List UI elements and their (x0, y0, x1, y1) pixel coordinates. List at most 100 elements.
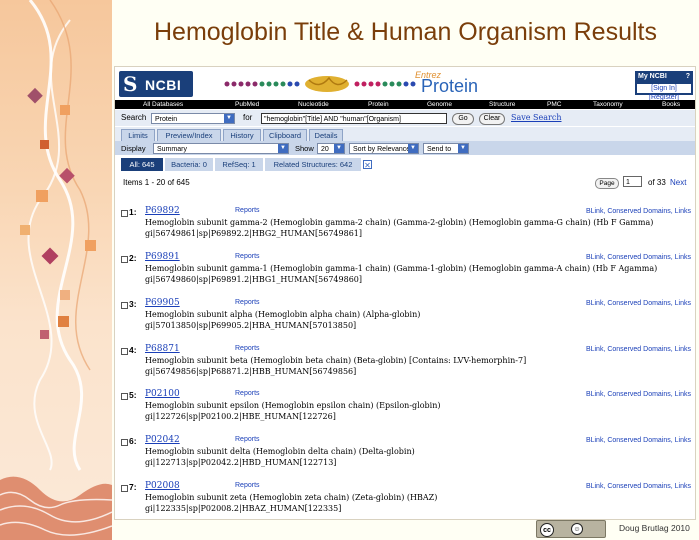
dna-helix-illustration (0, 0, 112, 540)
page-number-input[interactable]: 1 (623, 176, 642, 187)
filter-related-structures[interactable]: Related Structures: 642 (265, 158, 361, 171)
result-reports-link[interactable]: Reports (235, 390, 260, 397)
db-nav-nucleotide[interactable]: Nucleotide (298, 100, 329, 109)
creative-commons-badge: cc ☺ (536, 520, 606, 538)
result-related-links[interactable]: BLink, Conserved Domains, Links (586, 254, 691, 261)
result-gi-identifier: gi|122726|sp|P02100.2|HBE_HUMAN[122726] (145, 412, 336, 421)
result-accession-link[interactable]: P69892 (145, 206, 180, 216)
protein-logo[interactable]: Entrez Protein (415, 70, 491, 98)
send-to-select[interactable]: Send to ▼ (423, 143, 469, 154)
display-format-select[interactable]: Summary ▼ (153, 143, 289, 154)
db-nav-pubmed[interactable]: PubMed (235, 100, 259, 109)
result-number: 2: (129, 253, 137, 263)
result-item: 1: P69892 Reports BLink, Conserved Domai… (115, 205, 695, 249)
result-title: Hemoglobin subunit epsilon (Hemoglobin e… (145, 401, 441, 410)
result-item: 2: P69891 Reports BLink, Conserved Domai… (115, 251, 695, 295)
result-related-links[interactable]: BLink, Conserved Domains, Links (586, 437, 691, 444)
save-search-link[interactable]: Save Search (511, 113, 562, 122)
next-page-link[interactable]: Next (670, 178, 686, 187)
result-checkbox[interactable] (121, 302, 128, 309)
display-format-value: Summary (157, 146, 187, 153)
db-nav-genome[interactable]: Genome (427, 100, 452, 109)
go-button[interactable]: Go (452, 113, 474, 125)
result-checkbox[interactable] (121, 256, 128, 263)
close-icon[interactable]: ✕ (363, 160, 372, 170)
ncbi-logo[interactable]: S NCBI (119, 71, 193, 97)
db-nav-pmc[interactable]: PMC (547, 100, 561, 109)
result-reports-link[interactable]: Reports (235, 299, 260, 306)
search-row: Search Protein ▼ for "hemoglobin"[Title]… (115, 110, 695, 126)
result-reports-link[interactable]: Reports (235, 345, 260, 352)
result-related-links[interactable]: BLink, Conserved Domains, Links (586, 346, 691, 353)
sort-select[interactable]: Sort by Relevance ▼ (349, 143, 419, 154)
result-title: Hemoglobin subunit gamma-2 (Hemoglobin g… (145, 218, 654, 227)
my-ncbi-box: My NCBI ? [Sign In] [Register] (635, 71, 693, 101)
items-count: Items 1 - 20 of 645 (123, 178, 190, 187)
result-accession-link[interactable]: P02100 (145, 389, 180, 399)
help-icon[interactable]: ? (686, 73, 690, 80)
slide-title: Hemoglobin Title & Human Organism Result… (154, 18, 657, 46)
ncbi-header: S NCBI Entrez Protein My NCBI ? [Sign In… (115, 67, 695, 101)
filter-refseq[interactable]: RefSeq: 1 (215, 158, 263, 171)
my-ncbi-title[interactable]: My NCBI (638, 73, 667, 80)
search-query-input[interactable]: "hemoglobin"[Title] AND "human"[Organism… (261, 113, 447, 124)
result-number: 5: (129, 390, 137, 400)
tab-limits[interactable]: Limits (121, 129, 155, 141)
database-select-value: Protein (155, 116, 178, 123)
page-button[interactable]: Page (595, 178, 619, 189)
attribution-person-icon: ☺ (571, 523, 583, 535)
result-checkbox[interactable] (121, 393, 128, 400)
result-gi-identifier: gi|57013850|sp|P69905.2|HBA_HUMAN[570138… (145, 321, 357, 330)
db-nav-books[interactable]: Books (662, 100, 680, 109)
result-filter-tabs: All: 645 Bacteria: 0 RefSeq: 1 Related S… (115, 157, 695, 172)
show-label: Show (295, 144, 314, 153)
db-nav-structure[interactable]: Structure (489, 100, 515, 109)
result-item: 6: P02042 Reports BLink, Conserved Domai… (115, 434, 695, 478)
clear-button[interactable]: Clear (479, 113, 505, 125)
result-related-links[interactable]: BLink, Conserved Domains, Links (586, 391, 691, 398)
feature-tabs: Limits Preview/Index History Clipboard D… (115, 127, 695, 141)
result-checkbox[interactable] (121, 348, 128, 355)
result-related-links[interactable]: BLink, Conserved Domains, Links (586, 483, 691, 490)
chevron-down-icon: ▼ (458, 144, 468, 153)
result-accession-link[interactable]: P69891 (145, 252, 180, 262)
tab-clipboard[interactable]: Clipboard (263, 129, 307, 141)
database-nav-bar: All Databases PubMed Nucleotide Protein … (115, 100, 695, 109)
result-checkbox[interactable] (121, 439, 128, 446)
result-checkbox[interactable] (121, 485, 128, 492)
sign-in-register-link[interactable]: [Sign In] [Register] (637, 84, 691, 101)
database-select[interactable]: Protein ▼ (151, 113, 235, 124)
db-nav-taxonomy[interactable]: Taxonomy (593, 100, 623, 109)
result-gi-identifier: gi|56749856|sp|P68871.2|HBB_HUMAN[567498… (145, 367, 357, 376)
result-accession-link[interactable]: P02042 (145, 435, 180, 445)
search-label: Search (121, 113, 147, 122)
db-nav-protein[interactable]: Protein (368, 100, 389, 109)
result-accession-link[interactable]: P68871 (145, 344, 180, 354)
result-related-links[interactable]: BLink, Conserved Domains, Links (586, 300, 691, 307)
db-nav-all-databases[interactable]: All Databases (143, 100, 183, 109)
filter-all[interactable]: All: 645 (121, 158, 163, 171)
result-item: 3: P69905 Reports BLink, Conserved Domai… (115, 297, 695, 341)
result-checkbox[interactable] (121, 210, 128, 217)
chevron-down-icon: ▼ (278, 144, 288, 153)
show-count-select[interactable]: 20 ▼ (317, 143, 345, 154)
filter-bacteria[interactable]: Bacteria: 0 (165, 158, 213, 171)
ncbi-logo-text: NCBI (145, 77, 182, 93)
result-reports-link[interactable]: Reports (235, 253, 260, 260)
result-title: Hemoglobin subunit beta (Hemoglobin beta… (145, 356, 527, 365)
result-accession-link[interactable]: P69905 (145, 298, 180, 308)
result-reports-link[interactable]: Reports (235, 436, 260, 443)
result-title: Hemoglobin subunit gamma-1 (Hemoglobin g… (145, 264, 658, 273)
result-reports-link[interactable]: Reports (235, 482, 260, 489)
tab-details[interactable]: Details (309, 129, 343, 141)
result-accession-link[interactable]: P02008 (145, 481, 180, 491)
result-related-links[interactable]: BLink, Conserved Domains, Links (586, 208, 691, 215)
tab-history[interactable]: History (223, 129, 261, 141)
result-reports-link[interactable]: Reports (235, 207, 260, 214)
result-number: 7: (129, 482, 137, 492)
tab-preview-index[interactable]: Preview/Index (157, 129, 221, 141)
result-item: 4: P68871 Reports BLink, Conserved Domai… (115, 343, 695, 387)
result-title: Hemoglobin subunit delta (Hemoglobin del… (145, 447, 415, 456)
for-label: for (243, 113, 253, 122)
result-number: 3: (129, 299, 137, 309)
